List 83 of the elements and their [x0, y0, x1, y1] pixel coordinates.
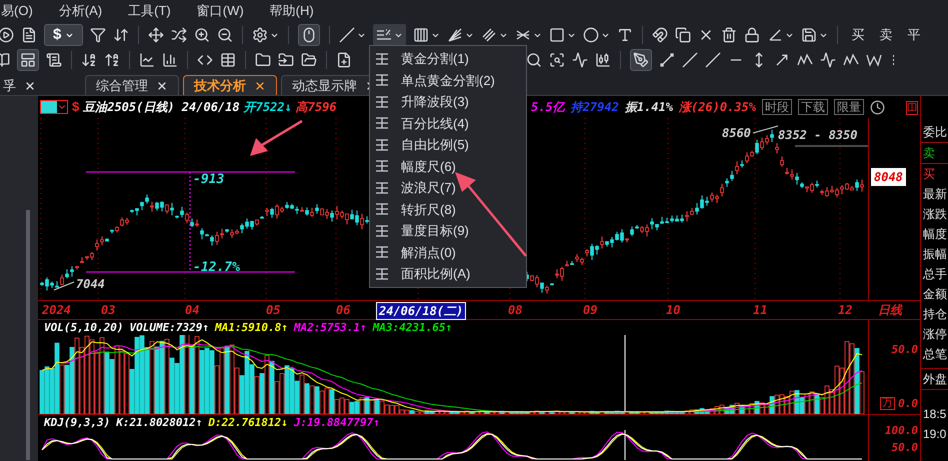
date-label: 11 [753, 302, 768, 318]
quote-label: 委比 [922, 124, 948, 141]
low-price-label: 7044 [76, 276, 105, 293]
price-range-label: 8352 - 8350 [778, 127, 858, 144]
quote-text: 振1.41% [624, 99, 673, 116]
date-label: 12 [838, 302, 852, 318]
quote-label: 买 [922, 166, 936, 183]
quote-label: 18:5 [922, 406, 948, 423]
volume-legend: VOL(5,10,20) [44, 322, 124, 333]
date-label: 2024 [42, 302, 71, 318]
quote-label: 19:0 [922, 426, 948, 443]
chart-button[interactable]: 下载 [798, 99, 828, 115]
quote-text: 涨(26)0.35% [678, 99, 756, 116]
quote-text: 开7522↓ [244, 99, 292, 116]
tab[interactable]: 技术分析 [183, 75, 277, 95]
menu-item[interactable]: 易(O) [1, 1, 33, 21]
tab[interactable]: 孚 [0, 75, 47, 95]
menu-item[interactable]: 波浪尺(7) [370, 177, 526, 198]
kdj-legend: K:21.8028012↑ [116, 417, 202, 428]
quote-label: 总笔 [922, 346, 948, 363]
menu-item[interactable]: 转折尺(8) [370, 198, 526, 220]
axis-label: 100.0 [884, 425, 918, 436]
volume-legend: MA3:4231.65↑ [372, 322, 452, 333]
kdj-legend: D:22.761812↓ [208, 417, 288, 428]
date-label: 05 [266, 302, 280, 318]
unit-label: 万 [880, 397, 896, 410]
quote-text: 高7596 [296, 99, 337, 116]
tab-label: 孚 [3, 76, 16, 95]
date-label: 24/06/18(二) [376, 302, 466, 320]
quote-label: 总手 [922, 266, 948, 283]
quote-text: 持27942 [570, 99, 619, 116]
volume-legend: MA1:5910.8↑ [214, 322, 288, 333]
menu-item[interactable]: 分析(A) [58, 1, 102, 21]
axis-label: 50.0 [892, 442, 918, 453]
currency-button[interactable]: $ [44, 24, 84, 46]
date-label: 10 [666, 302, 680, 318]
tab-label: 技术分析 [194, 76, 246, 95]
range-percent-label: -12.7% [193, 259, 240, 277]
date-label: 日线 [878, 302, 902, 318]
quote-label: 振幅 [922, 246, 948, 263]
range-change-label: -913 [193, 171, 224, 189]
volume-legend: MA2:5753.1↑ [294, 322, 367, 333]
chart-button[interactable]: 时段 [762, 99, 792, 115]
axis-label: 0.0 [898, 396, 918, 412]
quote-label: 持仓 [922, 306, 948, 323]
volume-legend: VOLUME:7329↑ [129, 322, 209, 333]
menu-item[interactable]: 自由比例(5) [370, 134, 526, 156]
date-label: 08 [508, 302, 522, 318]
kdj-legend: KDJ(9,3,3) [44, 417, 110, 428]
trade-button[interactable]: 卖 [875, 25, 896, 45]
quote-label: 幅度 [922, 226, 948, 243]
axis-label: 50.0 [892, 342, 918, 358]
menu-item[interactable]: 面积比例(A) [370, 263, 526, 284]
menu-item[interactable]: 黄金分割(1) [370, 48, 526, 70]
quote-text: 豆油2505(日线) 24/06/18 [83, 99, 240, 116]
quote-label: 涨停 [922, 326, 948, 343]
menu-item[interactable]: 量度目标(9) [370, 220, 526, 242]
chart-button[interactable]: 限量 [834, 99, 864, 115]
date-label: 06 [336, 302, 350, 318]
tab-label: 动态显示牌 [292, 76, 357, 95]
quote-label: 最新 [922, 186, 948, 203]
tab[interactable]: 综合管理 [85, 75, 179, 95]
date-label: 04 [185, 302, 200, 318]
quote-label: 外盘 [921, 368, 948, 390]
trade-button[interactable]: 平 [903, 25, 924, 45]
symbol-mark: $ [72, 98, 80, 116]
date-label: 09 [583, 302, 598, 318]
menu-item[interactable]: 帮助(H) [270, 1, 314, 21]
date-label: 03 [101, 302, 116, 318]
kdj-legend: J:19.8847797↑ [294, 417, 380, 428]
menu-item[interactable]: 工具(T) [128, 1, 171, 21]
menu-item[interactable]: 幅度尺(6) [370, 156, 526, 177]
quote-label: 涨跌 [922, 206, 948, 223]
quote-label: 金额 [922, 286, 948, 303]
quote-text: 5.5亿 [531, 99, 565, 116]
menu-item[interactable]: 百分比线(4) [370, 112, 526, 134]
high-price-label: 8560 [722, 125, 751, 142]
tab-label: 综合管理 [96, 76, 148, 95]
last-price-tag: 8048 [871, 168, 906, 186]
trade-button[interactable]: 买 [847, 25, 868, 45]
quote-label: 卖 [921, 142, 948, 164]
menu-item[interactable]: 解消点(0) [370, 242, 526, 263]
menu-item[interactable]: 窗口(W) [196, 1, 244, 21]
